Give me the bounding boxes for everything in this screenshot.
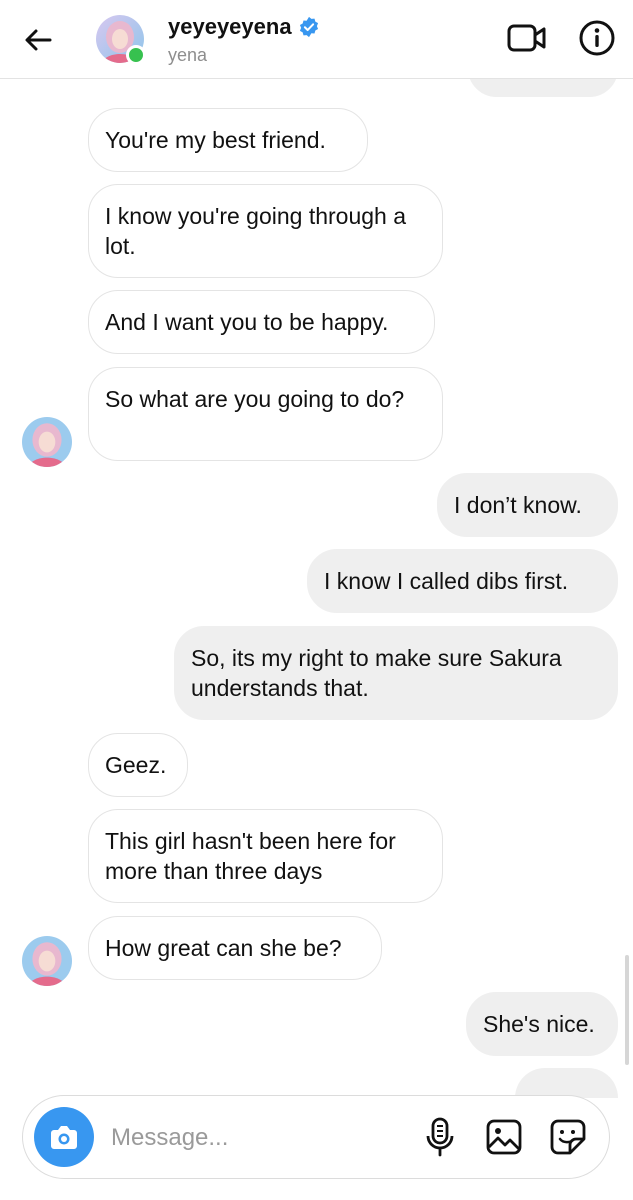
video-call-icon[interactable] [506,20,548,56]
sticker-icon[interactable] [548,1117,588,1157]
online-status-dot [126,45,146,65]
message-bubble[interactable]: So what are you going to do? [88,367,443,461]
camera-button[interactable] [34,1107,94,1167]
message-bubble[interactable]: She's nice. [466,992,618,1056]
message-bubble[interactable]: I know I called dibs first. [307,549,618,613]
avatar[interactable] [22,936,72,986]
message-text: And I want you to be happy. [105,309,389,335]
chat-header: yeyeyeyena yena [0,0,633,79]
message-text: How great can she be? [105,935,342,961]
back-arrow-icon[interactable] [22,24,54,56]
message-bubble[interactable]: And I want you to be happy. [88,290,435,354]
avatar[interactable] [96,15,146,65]
message-text: You're my best friend. [105,127,326,153]
microphone-icon[interactable] [423,1116,457,1158]
message-bubble[interactable]: This girl hasn't been here for more than… [88,809,443,903]
message-text: This girl hasn't been here for more than… [105,828,396,884]
verified-badge-icon [299,16,319,38]
scrollbar[interactable] [625,955,629,1065]
gallery-icon[interactable] [485,1118,523,1156]
contact-subname: yena [168,45,208,65]
info-icon[interactable] [577,18,617,58]
message-bubble-cutoff [515,1068,618,1098]
message-bubble[interactable]: I know you're going through a lot. [88,184,443,278]
message-bubble[interactable]: Geez. [88,733,188,797]
message-text: Geez. [105,752,167,778]
message-bubble[interactable]: I don’t know. [437,473,618,537]
message-bubble[interactable]: How great can she be? [88,916,382,980]
avatar[interactable] [22,417,72,467]
message-bubble[interactable]: So, its my right to make sure Sakura und… [174,626,618,720]
message-input[interactable] [109,1118,403,1158]
message-text: So, its my right to make sure Sakura und… [191,645,562,701]
message-text: I know I called dibs first. [324,568,569,594]
message-text: She's nice. [483,1011,595,1037]
message-bubble[interactable]: You're my best friend. [88,108,368,172]
message-composer [22,1095,610,1179]
message-text: I know you're going through a lot. [105,203,407,259]
camera-icon [51,1126,77,1149]
message-text: I don’t know. [454,492,582,518]
contact-username[interactable]: yeyeyeyena [168,14,292,40]
message-text: So what are you going to do? [105,386,405,412]
